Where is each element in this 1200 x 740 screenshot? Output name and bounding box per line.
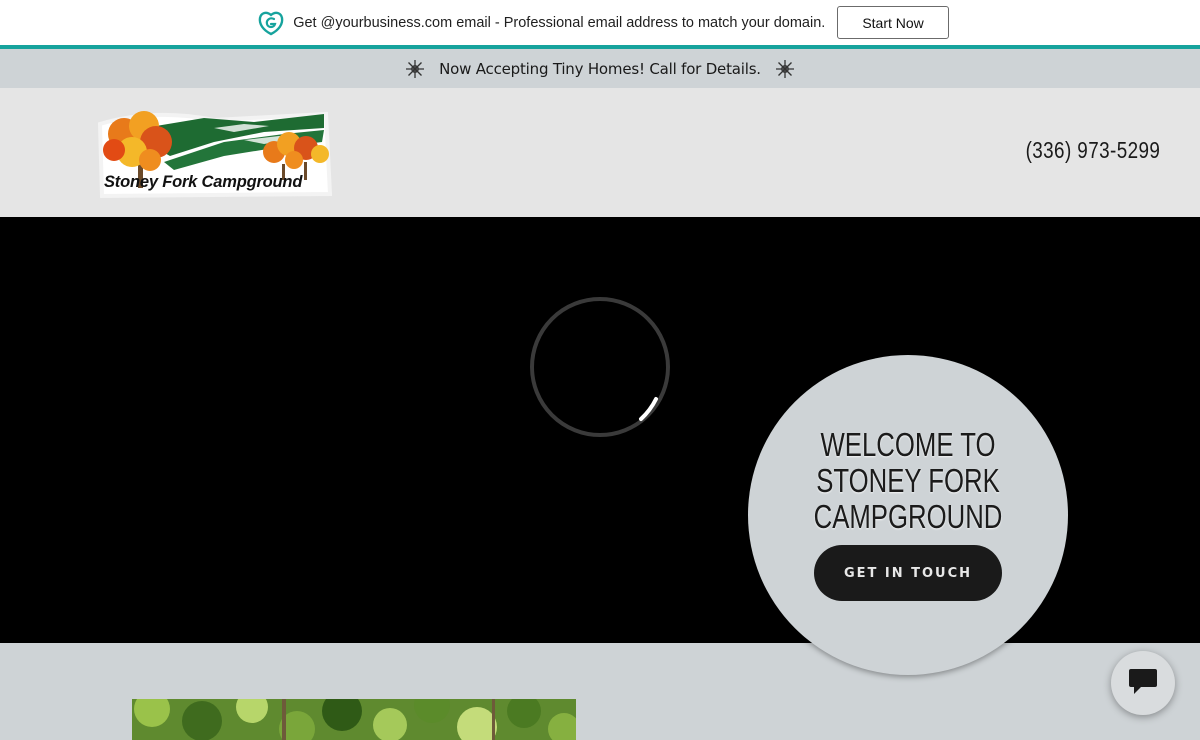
get-in-touch-button[interactable]: GET IN TOUCH — [814, 545, 1002, 601]
godaddy-heart-icon — [257, 9, 285, 37]
chat-button[interactable] — [1111, 651, 1175, 715]
welcome-panel: WELCOME TO STONEY FORK CAMPGROUND GET IN… — [748, 355, 1068, 675]
logo-text: Stoney Fork Campground — [104, 173, 303, 191]
content-section — [0, 643, 1200, 740]
campground-photo — [132, 699, 576, 740]
promo-text: Get @yourbusiness.com email - Profession… — [293, 14, 826, 31]
promo-bar: Get @yourbusiness.com email - Profession… — [0, 0, 1200, 45]
loading-spinner-icon — [528, 295, 672, 439]
start-now-button[interactable]: Start Now — [837, 6, 949, 39]
chat-bubble-icon — [1128, 667, 1158, 700]
phone-link[interactable]: (336) 973-5299 — [1025, 137, 1160, 164]
promo-content: Get @yourbusiness.com email - Profession… — [257, 6, 949, 39]
sparkle-icon — [405, 59, 425, 79]
announcement-text: Now Accepting Tiny Homes! Call for Detai… — [439, 59, 761, 78]
announcement-bar: Now Accepting Tiny Homes! Call for Detai… — [0, 49, 1200, 88]
site-logo[interactable]: Stoney Fork Campground — [94, 104, 333, 200]
hero-title: WELCOME TO STONEY FORK CAMPGROUND — [813, 426, 1003, 535]
sparkle-icon — [775, 59, 795, 79]
site-header: Stoney Fork Campground (336) 973-5299 — [0, 88, 1200, 217]
